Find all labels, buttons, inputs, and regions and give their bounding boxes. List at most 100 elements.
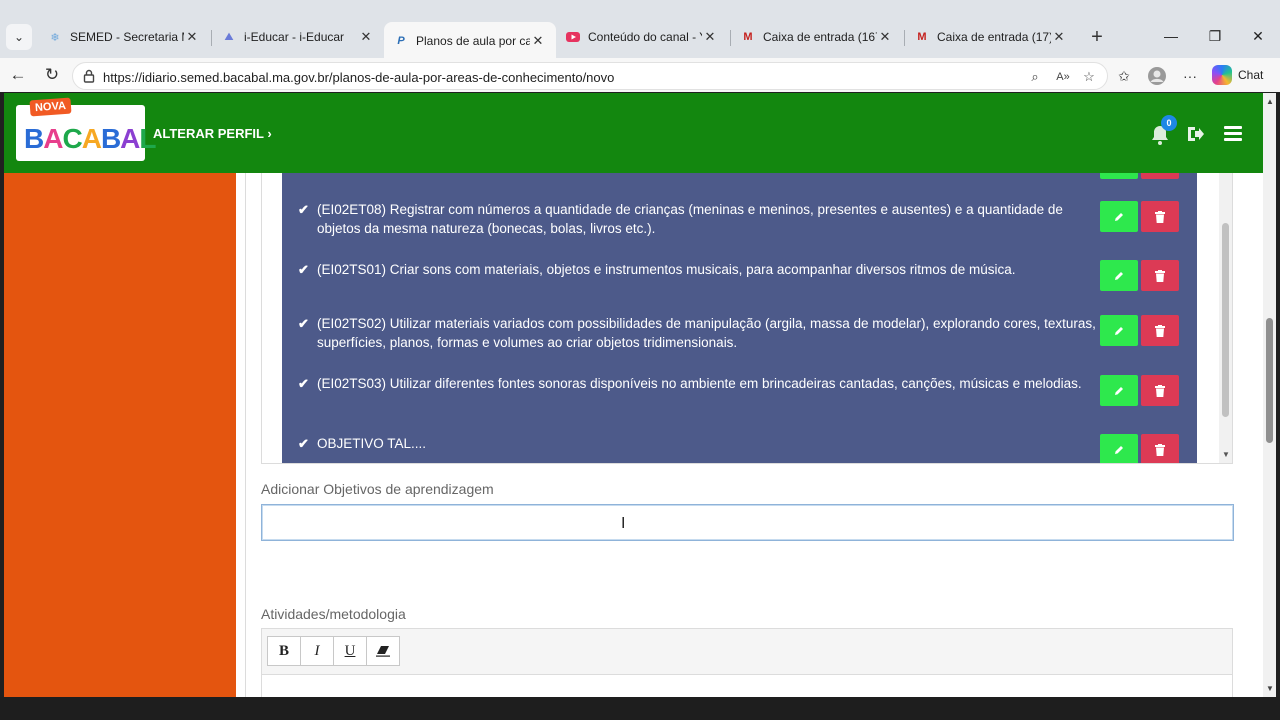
trash-icon	[1155, 324, 1165, 337]
site-header: NOVA BACABAL ALTERAR PERFIL › 0	[4, 93, 1263, 173]
zoom-icon[interactable]: ⌕	[1025, 67, 1045, 87]
close-icon[interactable]: ✕	[530, 33, 546, 49]
snowflake-icon: ❄	[50, 31, 60, 44]
check-icon: ✔	[298, 376, 309, 391]
trash-icon	[1155, 210, 1165, 223]
edit-objective-button[interactable]	[1100, 260, 1138, 291]
browser-toolbar: ← ↻ https://idiario.semed.bacabal.ma.gov…	[0, 58, 1280, 92]
scrollbar-thumb[interactable]	[1222, 223, 1229, 417]
delete-objective-button[interactable]	[1141, 315, 1179, 346]
objective-item: ✔ OBJETIVO TAL....	[298, 434, 1098, 453]
address-bar[interactable]: https://idiario.semed.bacabal.ma.gov.br/…	[72, 62, 1108, 90]
scroll-down-arrow-icon[interactable]: ▼	[1222, 450, 1230, 459]
browser-tab-youtube[interactable]: Conteúdo do canal - You ✕	[556, 22, 728, 52]
browser-tabstrip: ⌄ ❄ SEMED - Secretaria Mun ✕ ⛰ i-Educar …	[0, 0, 1280, 60]
objectives-scrollbar[interactable]: ▼	[1219, 173, 1232, 463]
delete-objective-button[interactable]	[1141, 173, 1179, 179]
edit-objective-button[interactable]	[1100, 201, 1138, 232]
restore-button[interactable]: ❐	[1200, 28, 1230, 45]
browser-tab-ieducar[interactable]: ⛰ i-Educar - i-Educar ✕	[212, 22, 384, 52]
profile-avatar-icon[interactable]	[1145, 64, 1169, 88]
tab-title: Caixa de entrada (167) -	[763, 30, 877, 44]
logout-icon[interactable]	[1185, 124, 1205, 144]
tab-title: i-Educar - i-Educar	[244, 30, 345, 44]
tab-title: Planos de aula por camp	[416, 34, 530, 48]
browser-tab-gmail-1[interactable]: M Caixa de entrada (167) - ✕	[731, 22, 903, 52]
pencil-icon	[1115, 386, 1123, 395]
trash-icon	[1155, 443, 1165, 456]
web-page: NOVA BACABAL ALTERAR PERFIL › 0 ✔ (EI02E…	[4, 93, 1263, 697]
underline-button[interactable]: U	[333, 636, 367, 666]
close-icon[interactable]: ✕	[702, 29, 718, 45]
logo-wordmark: BACABAL	[24, 123, 157, 154]
reload-button[interactable]: ↻	[40, 63, 64, 87]
activities-editor-area[interactable]	[262, 674, 1232, 697]
alterar-perfil-link[interactable]: ALTERAR PERFIL ›	[153, 126, 272, 141]
pencil-icon	[1115, 212, 1123, 221]
eraser-icon	[376, 646, 390, 657]
activities-editor: B I U	[261, 628, 1233, 697]
gmail-icon: M	[743, 31, 753, 43]
delete-objective-button[interactable]	[1141, 260, 1179, 291]
objectives-list: ✔ (EI02ET08) Registrar com números a qua…	[282, 173, 1197, 463]
objective-text: (EI02TS01) Criar sons com materiais, obj…	[317, 262, 1016, 277]
tab-title: Caixa de entrada (17) -	[937, 30, 1051, 44]
italic-button[interactable]: I	[300, 636, 334, 666]
objective-item: ✔ (EI02TS03) Utilizar diferentes fontes …	[298, 374, 1098, 393]
page-scrollbar-thumb[interactable]	[1266, 318, 1273, 443]
add-objective-label: Adicionar Objetivos de aprendizagem	[261, 481, 494, 497]
tab-list-dropdown-button[interactable]: ⌄	[6, 24, 32, 50]
pencil-icon	[1115, 445, 1123, 454]
ieducar-icon: ⛰	[224, 30, 234, 43]
edit-objective-button[interactable]	[1100, 315, 1138, 346]
bacabal-logo[interactable]: NOVA BACABAL	[16, 97, 157, 161]
edit-objective-button[interactable]	[1100, 434, 1138, 463]
pencil-icon	[1115, 326, 1123, 335]
clear-format-button[interactable]	[366, 636, 400, 666]
delete-objective-button[interactable]	[1141, 375, 1179, 406]
minimize-button[interactable]: —	[1156, 28, 1186, 44]
browser-tab-gmail-2[interactable]: M Caixa de entrada (17) - ✕	[905, 22, 1077, 52]
page-scrollbar[interactable]: ▲ ▼	[1263, 93, 1276, 697]
close-icon[interactable]: ✕	[184, 29, 200, 45]
scroll-down-arrow-icon[interactable]: ▼	[1266, 684, 1274, 693]
edit-objective-button[interactable]	[1100, 375, 1138, 406]
add-objective-input[interactable]	[261, 504, 1234, 541]
scroll-up-arrow-icon[interactable]: ▲	[1266, 97, 1274, 106]
delete-objective-button[interactable]	[1141, 434, 1179, 463]
close-window-button[interactable]: ✕	[1243, 28, 1273, 45]
favorites-icon[interactable]: ✩	[1112, 64, 1136, 88]
bold-button[interactable]: B	[267, 636, 301, 666]
more-options-icon[interactable]: ···	[1178, 64, 1202, 88]
close-icon[interactable]: ✕	[877, 29, 893, 45]
back-button[interactable]: ←	[6, 63, 30, 87]
browser-tab-planos-active[interactable]: P Planos de aula por camp ✕	[384, 22, 556, 60]
lock-icon	[83, 69, 95, 83]
logo-nova-tag: NOVA	[29, 97, 72, 117]
edit-objective-button[interactable]	[1100, 173, 1138, 179]
page-p-icon: P	[397, 35, 405, 47]
tab-title: Conteúdo do canal - You	[588, 30, 702, 44]
new-tab-button[interactable]: +	[1086, 26, 1108, 49]
delete-objective-button[interactable]	[1141, 201, 1179, 232]
objective-text: (EI02ET08) Registrar com números a quant…	[317, 202, 1063, 236]
sidebar	[4, 173, 236, 697]
copilot-icon	[1212, 65, 1232, 85]
objective-item: ✔ (EI02TS02) Utilizar materiais variados…	[298, 314, 1098, 352]
objective-text: (EI02TS02) Utilizar materiais variados c…	[317, 316, 1096, 350]
read-aloud-icon[interactable]: A»	[1053, 67, 1073, 87]
url-text: https://idiario.semed.bacabal.ma.gov.br/…	[103, 70, 615, 85]
browser-tab-semed[interactable]: ❄ SEMED - Secretaria Mun ✕	[38, 22, 210, 52]
check-icon: ✔	[298, 316, 309, 331]
objective-text: OBJETIVO TAL....	[317, 436, 427, 451]
close-icon[interactable]: ✕	[358, 29, 374, 45]
close-icon[interactable]: ✕	[1051, 29, 1067, 45]
text-cursor-icon: I	[621, 515, 626, 532]
pencil-icon	[1115, 271, 1123, 280]
favorite-star-icon[interactable]: ☆	[1079, 67, 1099, 87]
notification-count-badge: 0	[1161, 115, 1177, 131]
main-content: ✔ (EI02ET08) Registrar com números a qua…	[245, 173, 1263, 697]
editor-toolbar: B I U	[267, 636, 400, 666]
hamburger-menu-icon[interactable]	[1224, 126, 1242, 141]
copilot-chat-button[interactable]: Chat	[1212, 63, 1263, 87]
